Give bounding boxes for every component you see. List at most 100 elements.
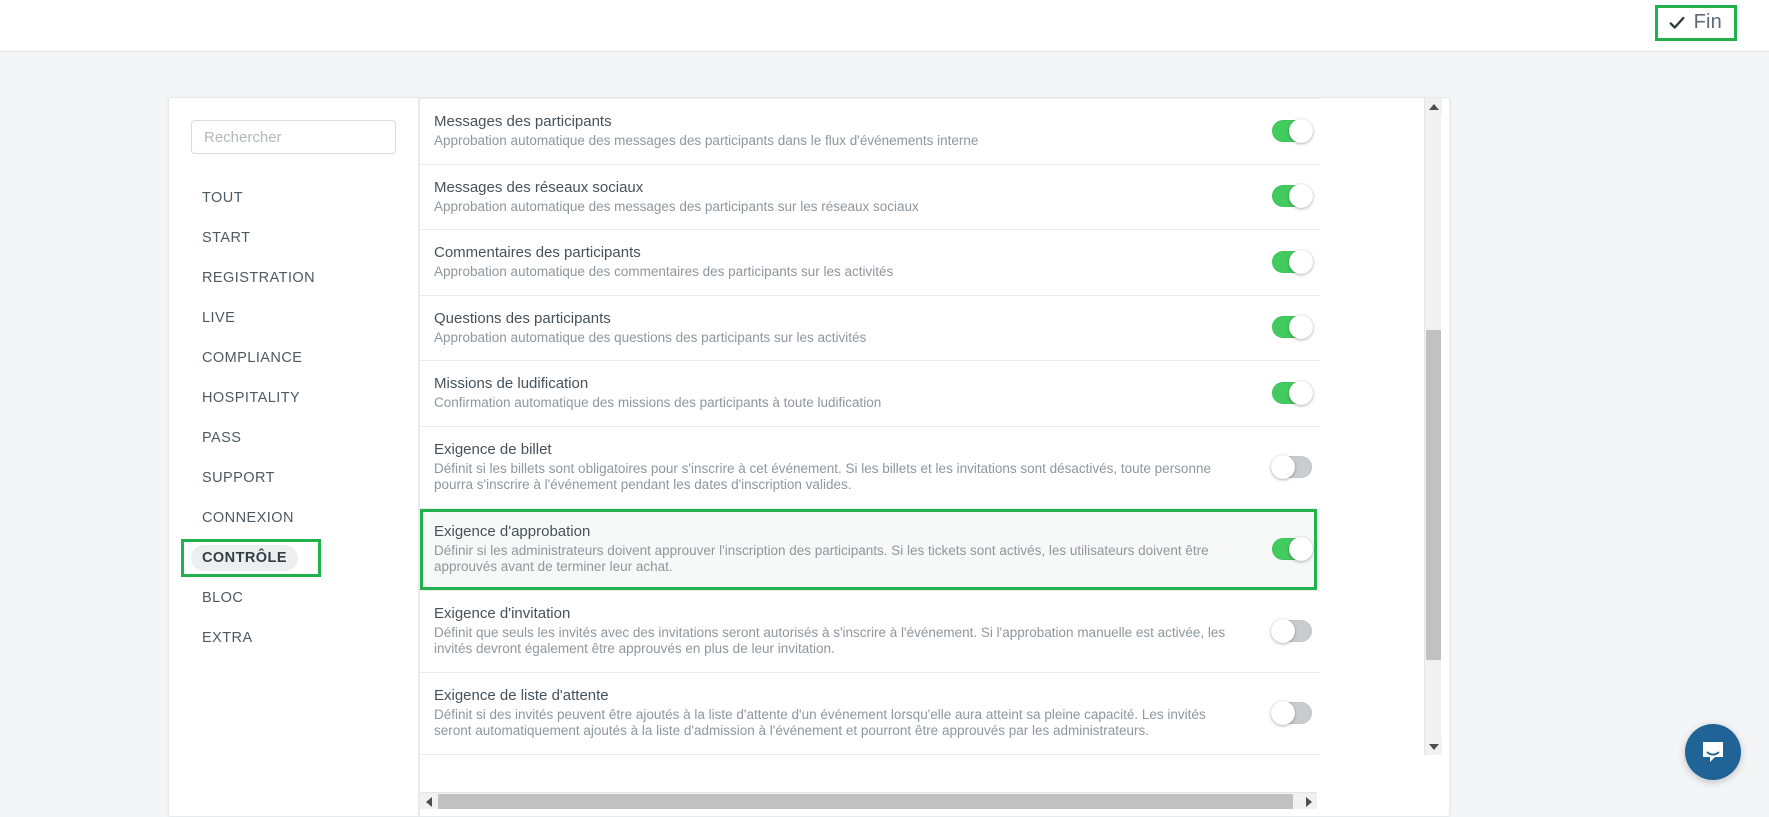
setting-toggle[interactable] bbox=[1272, 315, 1313, 340]
setting-title: Exigence d'invitation bbox=[434, 604, 571, 622]
setting-description: Définir si les administrateurs doivent a… bbox=[434, 542, 1209, 575]
setting-toggle[interactable] bbox=[1271, 618, 1312, 643]
sidebar-item-label: EXTRA bbox=[202, 630, 253, 646]
settings-panel: Messages des participants Approbation aut… bbox=[419, 98, 1449, 816]
setting-row: Messages des participants Approbation aut… bbox=[420, 98, 1320, 165]
setting-toggle-cell bbox=[1244, 184, 1320, 209]
setting-description: Confirmation automatique des missions de… bbox=[434, 395, 882, 410]
top-bar: Fin bbox=[0, 0, 1769, 52]
setting-description: Définit que seuls les invités avec des i… bbox=[434, 624, 1226, 657]
setting-toggle-cell bbox=[1244, 249, 1320, 274]
sidebar-item-live[interactable]: LIVE bbox=[169, 298, 418, 338]
sidebar-item-tout[interactable]: TOUT bbox=[169, 178, 418, 218]
setting-description: Approbation automatique des commentaires… bbox=[434, 264, 894, 279]
setting-title: Exigence d'approbation bbox=[434, 522, 591, 540]
scroll-down-button[interactable] bbox=[1425, 738, 1442, 755]
chat-bubble-icon bbox=[1703, 742, 1723, 762]
setting-toggle[interactable] bbox=[1272, 380, 1313, 405]
sidebar-item-label: TOUT bbox=[202, 190, 244, 206]
setting-row: Exigence d'invitation Définit que seuls l… bbox=[420, 590, 1320, 673]
setting-toggle-cell bbox=[1244, 380, 1320, 405]
finish-button[interactable]: Fin bbox=[1654, 5, 1737, 41]
setting-toggle-cell bbox=[1244, 454, 1320, 479]
setting-row: Commentaires des participants Approbation… bbox=[420, 230, 1320, 296]
toggle-knob bbox=[1289, 184, 1313, 209]
sidebar-item-registration[interactable]: REGISTRATION bbox=[169, 258, 418, 298]
toggle-knob bbox=[1271, 454, 1295, 479]
setting-text: Exigence d'invitation Définit que seuls l… bbox=[420, 604, 1244, 658]
setting-toggle-cell bbox=[1244, 536, 1320, 561]
setting-toggle[interactable] bbox=[1272, 118, 1313, 143]
setting-row: Exigence d'approbation Définir si les adm… bbox=[420, 508, 1320, 591]
setting-title: Questions des participants bbox=[434, 309, 611, 327]
setting-description: Approbation automatique des messages des… bbox=[434, 133, 979, 148]
sidebar-item-compliance[interactable]: COMPLIANCE bbox=[169, 338, 418, 378]
setting-text: Exigence de billet Définit si les billets… bbox=[420, 440, 1244, 494]
setting-toggle[interactable] bbox=[1271, 454, 1312, 479]
setting-toggle-cell bbox=[1244, 118, 1320, 143]
setting-description: Approbation automatique des messages des… bbox=[434, 198, 919, 214]
sidebar-item-label: COMPLIANCE bbox=[202, 350, 303, 366]
setting-toggle-cell bbox=[1244, 315, 1320, 340]
toggle-knob bbox=[1289, 380, 1313, 405]
setting-toggle[interactable] bbox=[1272, 536, 1313, 561]
setting-title: Messages des participants bbox=[434, 113, 612, 130]
vertical-scrollbar-thumb[interactable] bbox=[1426, 330, 1441, 660]
settings-list: Messages des participants Approbation aut… bbox=[420, 98, 1320, 755]
sidebar-item-label: CONTRÔLE bbox=[191, 545, 298, 571]
setting-toggle-cell bbox=[1244, 618, 1320, 643]
sidebar-item-extra[interactable]: EXTRA bbox=[169, 618, 418, 658]
setting-title: Missions de ludification bbox=[434, 375, 589, 392]
setting-title: Messages des réseaux sociaux bbox=[434, 178, 644, 196]
setting-row: Questions des participants Approbation au… bbox=[420, 295, 1320, 361]
setting-title: Exigence de liste d'attente bbox=[434, 686, 609, 704]
vertical-scrollbar[interactable] bbox=[1424, 98, 1442, 755]
horizontal-scrollbar[interactable] bbox=[420, 792, 1317, 809]
chat-launcher-button[interactable] bbox=[1685, 724, 1741, 780]
setting-text: Questions des participants Approbation au… bbox=[420, 309, 1244, 347]
sidebar-item-label: PASS bbox=[202, 430, 242, 446]
settings-card: TOUT START REGISTRATION LIVE COMPLIANCE HOSPI… bbox=[168, 97, 1450, 817]
setting-row: Missions de ludification Confirmation aut… bbox=[420, 361, 1320, 427]
setting-row: Messages des réseaux sociaux Approbation … bbox=[420, 164, 1320, 230]
sidebar-nav: TOUT START REGISTRATION LIVE COMPLIANCE HOSPI… bbox=[169, 178, 418, 658]
sidebar-item-connexion[interactable]: CONNEXION bbox=[169, 498, 418, 538]
sidebar-item-label: REGISTRATION bbox=[202, 270, 316, 286]
setting-text: Commentaires des participants Approbation… bbox=[420, 243, 1244, 281]
sidebar-item-label: SUPPORT bbox=[202, 470, 275, 486]
sidebar-item-label: BLOC bbox=[202, 590, 244, 606]
setting-toggle[interactable] bbox=[1272, 184, 1313, 209]
setting-toggle[interactable] bbox=[1272, 249, 1313, 274]
setting-text: Messages des participants Approbation aut… bbox=[420, 112, 1244, 150]
triangle-up-icon bbox=[1428, 103, 1439, 110]
search-input[interactable] bbox=[191, 120, 396, 154]
setting-title: Commentaires des participants bbox=[434, 244, 641, 261]
toggle-knob bbox=[1289, 536, 1313, 561]
sidebar-item-label: LIVE bbox=[202, 310, 236, 326]
check-icon bbox=[1669, 16, 1685, 29]
sidebar-item-contr-le[interactable]: CONTRÔLE bbox=[169, 538, 418, 578]
sidebar-item-pass[interactable]: PASS bbox=[169, 418, 418, 458]
sidebar-item-support[interactable]: SUPPORT bbox=[169, 458, 418, 498]
sidebar: TOUT START REGISTRATION LIVE COMPLIANCE HOSPI… bbox=[169, 98, 419, 816]
toggle-knob bbox=[1271, 700, 1295, 725]
finish-button-label: Fin bbox=[1693, 11, 1722, 33]
triangle-down-icon bbox=[1428, 743, 1439, 750]
sidebar-item-label: HOSPITALITY bbox=[202, 390, 301, 406]
sidebar-item-label: CONNEXION bbox=[202, 510, 294, 526]
setting-toggle-cell bbox=[1244, 700, 1320, 725]
scroll-up-button[interactable] bbox=[1425, 98, 1442, 115]
setting-title: Exigence de billet bbox=[434, 440, 552, 458]
setting-text: Messages des réseaux sociaux Approbation … bbox=[420, 178, 1244, 216]
setting-row: Exigence de liste d'attente Définit si de… bbox=[420, 672, 1320, 755]
sidebar-item-bloc[interactable]: BLOC bbox=[169, 578, 418, 618]
setting-description: Approbation automatique des questions de… bbox=[434, 329, 867, 345]
toggle-knob bbox=[1289, 249, 1313, 274]
setting-description: Définit si des invités peuvent être ajou… bbox=[434, 706, 1206, 739]
toggle-knob bbox=[1289, 315, 1313, 340]
setting-toggle[interactable] bbox=[1271, 700, 1312, 725]
toggle-knob bbox=[1289, 118, 1313, 143]
sidebar-item-start[interactable]: START bbox=[169, 218, 418, 258]
sidebar-item-hospitality[interactable]: HOSPITALITY bbox=[169, 378, 418, 418]
setting-description: Définit si les billets sont obligatoires… bbox=[434, 460, 1211, 493]
